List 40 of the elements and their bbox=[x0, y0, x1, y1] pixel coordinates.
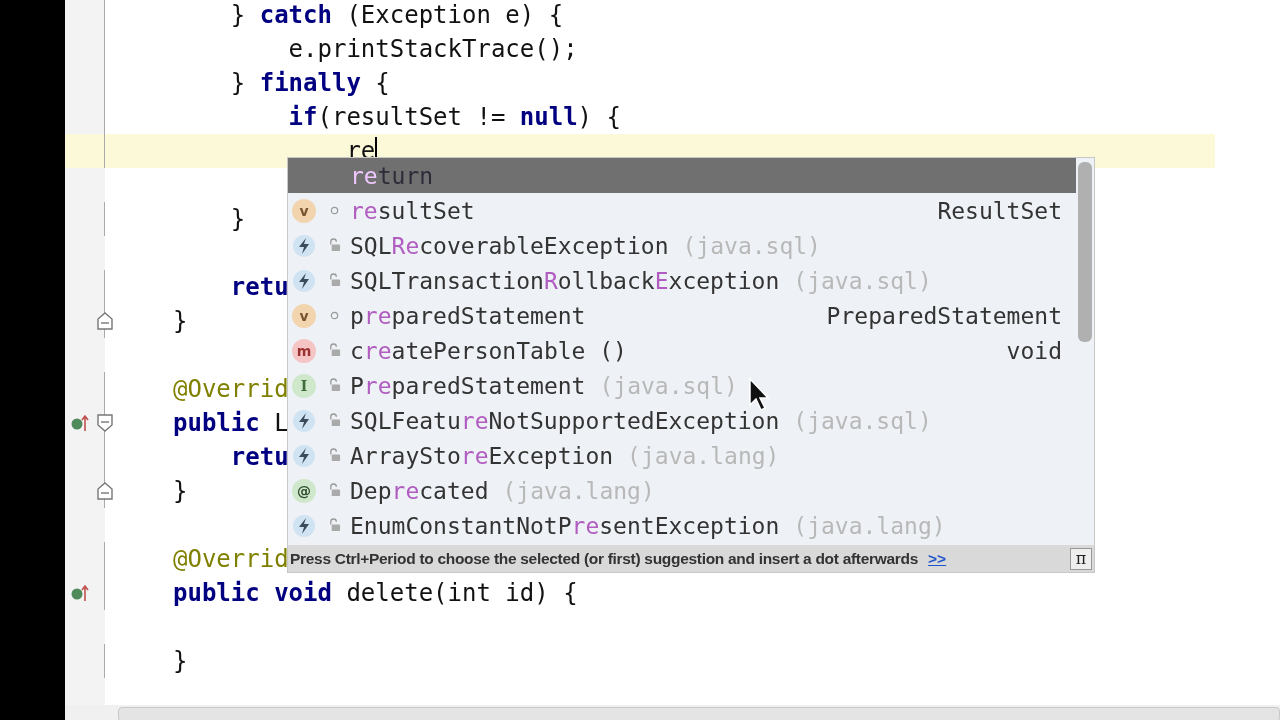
completion-item[interactable]: v resultSet ResultSet bbox=[288, 193, 1076, 228]
completion-item[interactable]: SQLTransactionRollbackException (java.sql) bbox=[288, 263, 1076, 298]
method-icon: m bbox=[292, 338, 316, 363]
code-line: public L bbox=[173, 408, 289, 438]
pi-button[interactable]: π bbox=[1070, 547, 1092, 570]
fold-start-icon[interactable] bbox=[96, 413, 114, 433]
code-line: } catch (Exception e) { bbox=[229, 0, 564, 30]
code-line: if(resultSet != null) { bbox=[287, 102, 621, 132]
override-icon[interactable] bbox=[70, 413, 90, 433]
completion-item[interactable]: I PreparedStatement (java.sql) bbox=[288, 368, 1076, 403]
more-link[interactable]: >> bbox=[928, 549, 947, 568]
code-line: } finally { bbox=[229, 68, 390, 98]
variable-icon: v bbox=[292, 303, 316, 328]
completion-item[interactable]: m c reatePersonTable () void bbox=[288, 333, 1076, 368]
override-icon[interactable] bbox=[70, 583, 90, 603]
completion-item[interactable]: EnumConstantNotPresentException (java.lang) bbox=[288, 508, 1076, 543]
completion-item[interactable]: @ Dep recated (java.lang) bbox=[288, 473, 1076, 508]
mouse-pointer-icon bbox=[748, 377, 770, 411]
code-line: @Overrid bbox=[173, 374, 289, 404]
interface-icon: I bbox=[292, 373, 316, 398]
code-line: @Overrid bbox=[173, 544, 289, 574]
code-line: retu bbox=[229, 442, 289, 472]
completion-item[interactable]: ArrayStoreException (java.lang) bbox=[288, 438, 1076, 473]
annotation-icon: @ bbox=[292, 478, 316, 503]
fold-end-icon[interactable] bbox=[96, 481, 114, 501]
variable-icon: v bbox=[292, 198, 316, 223]
completion-item[interactable]: v preparedStatement PreparedStatement bbox=[288, 298, 1076, 333]
hint-text: Press Ctrl+Period to choose the selected (or first) suggestion and insert a dot afterwards bbox=[290, 549, 919, 568]
code-line: e.printStackTrace(); bbox=[287, 34, 578, 64]
completion-item[interactable]: SQLRecoverableException (java.sql) bbox=[288, 228, 1076, 263]
fold-end-icon[interactable] bbox=[96, 311, 114, 331]
horizontal-scrollbar[interactable] bbox=[118, 707, 1280, 720]
code-line: retu bbox=[229, 272, 289, 302]
popup-scrollbar[interactable] bbox=[1078, 162, 1092, 342]
code-line: } bbox=[173, 306, 188, 336]
code-line: } bbox=[173, 646, 188, 676]
code-line: public void delete(int id) { bbox=[173, 578, 578, 608]
code-line: } bbox=[229, 204, 246, 234]
code-line: } bbox=[173, 476, 188, 506]
completion-item[interactable]: SQLFeatu reNotSupportedException (java.sql) bbox=[288, 403, 1076, 438]
